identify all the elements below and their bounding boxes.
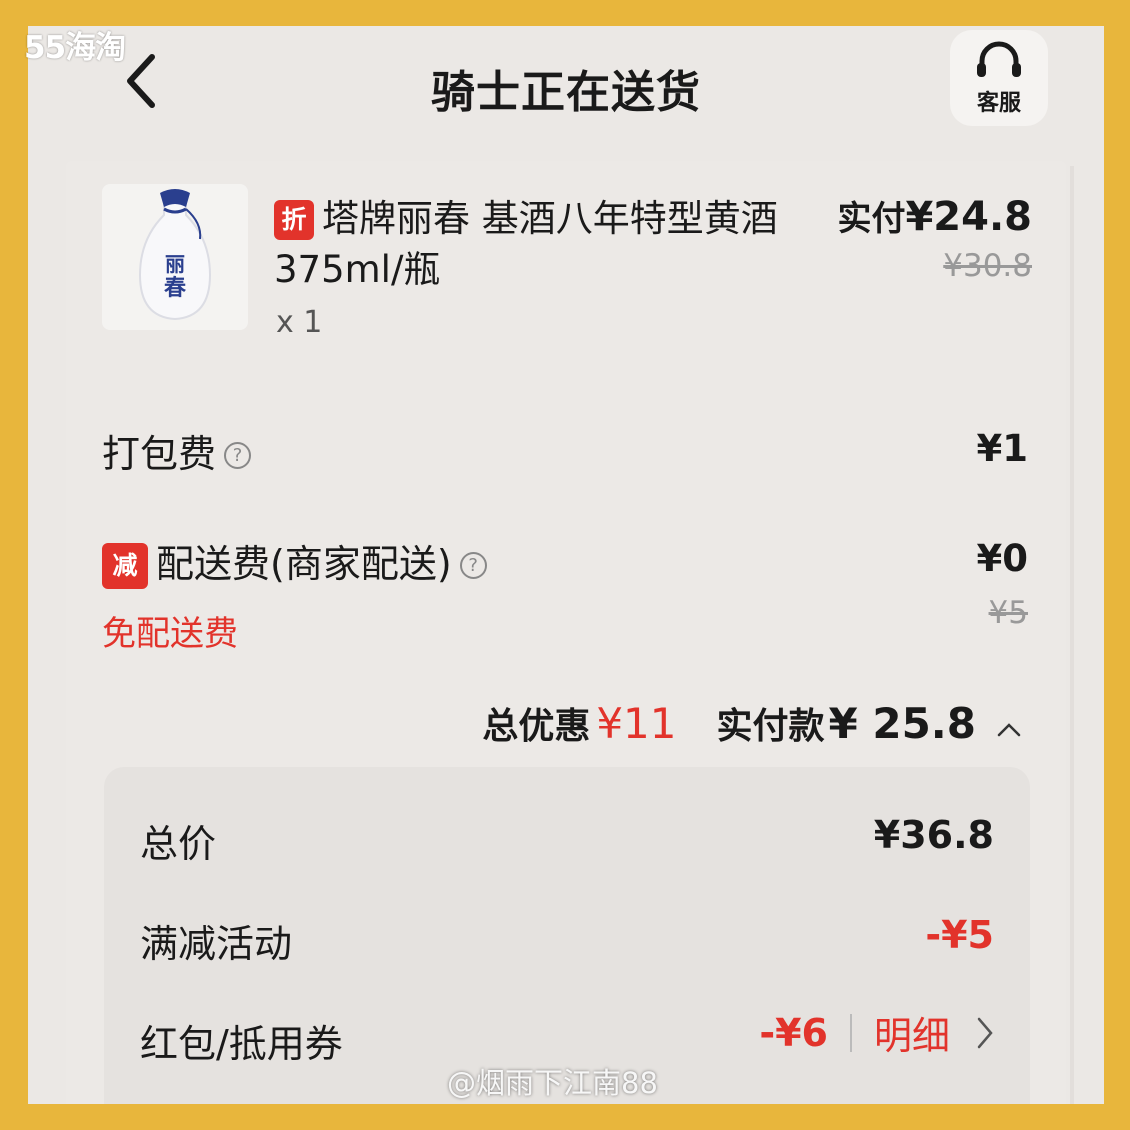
coupon-row-right[interactable]: -¥6 明细 (759, 1005, 994, 1060)
amount-paid-label: 实付款 (716, 706, 825, 747)
svg-text:丽: 丽 (165, 252, 185, 276)
reduction-tag: 减 (102, 543, 148, 589)
customer-service-label: 客服 (976, 91, 1021, 116)
delivery-fee-label: 配送费(商家配送) (156, 542, 452, 586)
price-detail-panel: 总价 ¥36.8 满减活动 -¥5 红包/抵用券 -¥6 明细 (104, 767, 1030, 1104)
discount-tag: 折 (274, 200, 314, 240)
packing-fee-value: ¥1 (976, 427, 1029, 470)
help-icon[interactable]: ? (224, 442, 252, 469)
order-screen: 骑士正在送货 客服 丽 春 折塔牌丽春 基酒八年特型黄酒 375ml/瓶 x 1 (28, 26, 1104, 1104)
product-price: 实付¥24.8 ¥30.8 (837, 191, 1032, 284)
total-discount-value: ¥11 (596, 699, 677, 748)
delivery-fee-value: ¥0 (976, 537, 1029, 580)
chevron-up-icon[interactable] (996, 720, 1022, 738)
product-image[interactable]: 丽 春 (102, 184, 248, 330)
watermark-logo: 55海淘 (24, 30, 126, 66)
delivery-fee-row: 减配送费(商家配送)? (102, 533, 487, 589)
packing-fee-label: 打包费 (102, 432, 217, 476)
product-quantity: x 1 (276, 305, 323, 340)
product-name[interactable]: 折塔牌丽春 基酒八年特型黄酒 375ml/瓶 (274, 193, 814, 295)
detail-link[interactable]: 明细 (874, 1005, 950, 1060)
customer-service-button[interactable]: 客服 (950, 30, 1048, 126)
page-title: 骑士正在送货 (431, 67, 701, 118)
packing-fee-row: 打包费? (102, 423, 252, 478)
divider (849, 1013, 852, 1052)
payment-summary[interactable]: 总优惠 ¥11 实付款 ¥ 25.8 (482, 697, 1022, 749)
original-price: ¥30.8 (943, 248, 1032, 284)
total-price-value: ¥36.8 (873, 813, 994, 857)
total-price-label: 总价 (140, 822, 217, 866)
paid-price: ¥24.8 (905, 194, 1032, 240)
order-card: 丽 春 折塔牌丽春 基酒八年特型黄酒 375ml/瓶 x 1 实付¥24.8 ¥… (66, 161, 1066, 1104)
headset-icon (977, 41, 1021, 77)
wine-bottle-icon: 丽 春 (138, 189, 212, 321)
total-discount-label: 总优惠 (482, 706, 591, 747)
free-delivery-note: 免配送费 (102, 614, 238, 654)
delivery-fee-original: ¥5 (988, 595, 1028, 631)
paid-label: 实付 (837, 199, 906, 239)
promo-label: 满减活动 (140, 922, 293, 966)
coupon-value: -¥6 (759, 1010, 828, 1055)
svg-text:春: 春 (164, 276, 186, 301)
product-name-text: 塔牌丽春 基酒八年特型黄酒 375ml/瓶 (274, 197, 778, 291)
coupon-label: 红包/抵用券 (140, 1022, 343, 1066)
amount-paid-value: ¥ 25.8 (828, 699, 976, 748)
help-icon[interactable]: ? (459, 552, 487, 579)
chevron-right-icon (977, 1017, 993, 1048)
promo-value: -¥5 (925, 913, 994, 957)
watermark-text: @烟雨下江南88 (447, 1066, 658, 1100)
page-edge (1070, 166, 1074, 1104)
